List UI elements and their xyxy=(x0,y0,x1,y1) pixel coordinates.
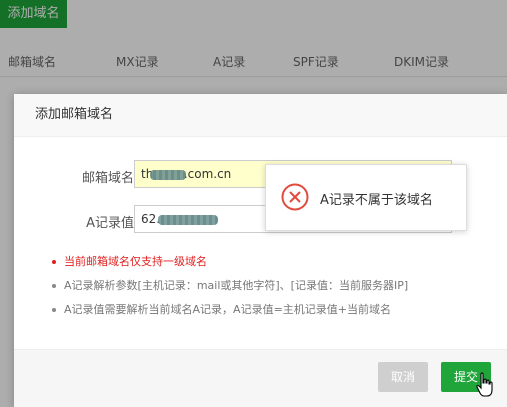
tip-item: 当前邮箱域名仅支持一级域名 xyxy=(52,254,492,278)
tip-item: A记录解析参数[主机记录：mail或其他字符]、[记录值：当前服务器IP] xyxy=(52,278,492,302)
domain-label: 邮箱域名 xyxy=(81,171,134,186)
dialog-footer: 取消 提交 xyxy=(14,349,507,407)
toast-message: A记录不属于该域名 xyxy=(320,193,433,208)
tip-text: A记录值需要解析当前域名A记录，A记录值=主机记录值+当前域名 xyxy=(64,303,392,316)
tip-item: A记录值需要解析当前域名A记录，A记录值=主机记录值+当前域名 xyxy=(52,302,492,326)
tip-text: 当前邮箱域名仅支持一级域名 xyxy=(64,255,207,268)
cancel-button[interactable]: 取消 xyxy=(378,362,428,392)
bullet-dot xyxy=(52,284,56,288)
dialog-title: 添加邮箱域名 xyxy=(14,94,507,137)
bullet-dot xyxy=(52,260,56,264)
a-record-label: A记录值 xyxy=(86,216,134,231)
hand-pointer-icon xyxy=(476,372,493,397)
error-toast: A记录不属于该域名 xyxy=(265,164,467,231)
help-tips: 当前邮箱域名仅支持一级域名 A记录解析参数[主机记录：mail或其他字符]、[记… xyxy=(52,254,492,326)
redacted-text xyxy=(150,170,186,180)
add-mail-domain-dialog: 添加邮箱域名 邮箱域名 A记录值 当前邮箱域名仅支持一级域名 A记录解析参数[主… xyxy=(14,94,507,407)
bullet-dot xyxy=(52,308,56,312)
tip-text: A记录解析参数[主机记录：mail或其他字符]、[记录值：当前服务器IP] xyxy=(64,279,409,292)
error-circle-icon xyxy=(281,183,309,211)
redacted-ip xyxy=(158,215,218,225)
